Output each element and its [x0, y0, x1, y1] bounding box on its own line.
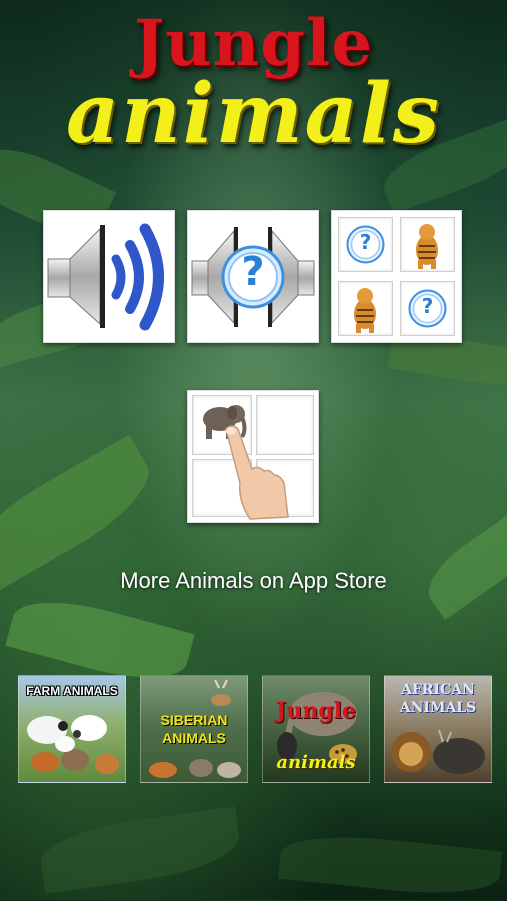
tiger-icon: [416, 224, 438, 269]
speaker-sound-icon: [47, 223, 164, 331]
memory-card-hidden: ?: [338, 217, 393, 272]
app-link-african-animals[interactable]: AFRICAN ANIMALS: [384, 675, 492, 783]
finger-touch-icon: [225, 425, 289, 520]
app-link-jungle-animals[interactable]: Jungle animals: [262, 675, 370, 783]
app-label-line2: ANIMALS: [162, 730, 226, 746]
question-mark-label: ?: [241, 249, 265, 295]
tiger-icon: [354, 288, 376, 333]
memory-card-tiger: [400, 217, 455, 272]
app-title-line2: animals: [65, 66, 442, 162]
app-link-siberian-animals[interactable]: SIBERIAN ANIMALS: [140, 675, 248, 783]
guess-sound-button[interactable]: ?: [187, 210, 319, 343]
leaf-decoration: [277, 828, 503, 901]
siberian-animals-image: [149, 759, 241, 778]
memory-game-button[interactable]: ? ?: [331, 210, 462, 343]
app-link-farm-animals[interactable]: FARM ANIMALS: [18, 675, 126, 783]
question-mark-label: ?: [421, 294, 434, 318]
memory-card-tiger: [338, 281, 393, 336]
leaf-decoration: [36, 806, 244, 894]
memory-card-hidden: ?: [400, 281, 455, 336]
leaf-decoration: [416, 510, 507, 620]
farm-animals-image: [27, 715, 119, 774]
touch-animal-button[interactable]: [187, 390, 319, 523]
deer-icon: [211, 679, 231, 706]
question-mark-label: ?: [359, 230, 372, 254]
app-label-line1: AFRICAN: [401, 682, 475, 698]
app-label-line1: SIBERIAN: [160, 712, 228, 728]
more-apps-heading: More Animals on App Store: [120, 568, 387, 593]
app-label-line2: ANIMALS: [399, 700, 477, 716]
app-label: FARM ANIMALS: [26, 684, 118, 698]
listen-sounds-button[interactable]: [43, 210, 175, 343]
african-animals-image: [391, 729, 485, 774]
app-label-line1: Jungle: [275, 698, 357, 724]
app-label-line2: animals: [276, 752, 356, 773]
